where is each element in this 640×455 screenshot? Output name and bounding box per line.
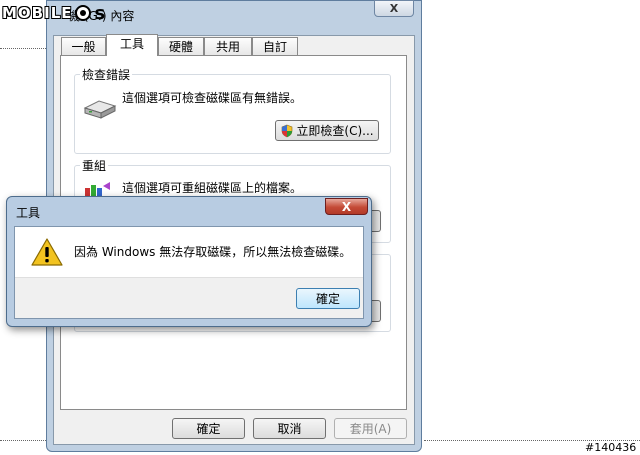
dialog-message: 因為 Windows 無法存取磁碟，所以無法檢查磁碟。 [74,245,352,259]
error-dialog: 工具 X 因為 Windows 無法存取磁碟，所以無法檢查磁碟。 確定 [6,196,372,327]
dialog-ok-button[interactable]: 確定 [296,288,360,309]
watermark-logo: MOBILE s [2,2,107,24]
dialog-close-button[interactable]: X [325,198,368,215]
cancel-button[interactable]: 取消 [253,418,326,439]
eye-icon [74,5,91,21]
defrag-description: 這個選項可重組磁碟區上的檔案。 [122,181,303,195]
tab-sharing[interactable]: 共用 [204,37,252,55]
tab-general[interactable]: 一般 [61,37,106,55]
tab-tools[interactable]: 工具 [106,34,158,56]
dialog-footer: 確定 [15,277,363,318]
window-close-button[interactable]: X [374,0,414,17]
watermark-text: MOBILE [2,4,73,22]
apply-button[interactable]: 套用(A) [334,418,407,439]
check-now-button[interactable]: 立即檢查(C)... [275,120,379,141]
drive-icon [83,100,117,119]
warning-icon [31,238,63,266]
dialog-client-area: 因為 Windows 無法存取磁碟，所以無法檢查磁碟。 確定 [14,226,364,319]
tab-customize[interactable]: 自訂 [252,37,298,55]
image-id-label: #140436 [585,441,637,454]
dotted-guide-line [0,440,50,441]
check-errors-label: 檢查錯誤 [80,66,133,83]
dotted-guide-line [0,48,50,49]
check-errors-group [74,74,391,154]
shield-icon [282,124,293,137]
close-icon: X [341,199,352,214]
check-now-label: 立即檢查(C)... [296,124,374,138]
dialog-title: 工具 [16,206,41,220]
tab-hardware[interactable]: 硬體 [158,37,204,55]
defrag-label: 重組 [80,157,109,174]
ok-button[interactable]: 確定 [172,418,245,439]
check-errors-description: 這個選項可檢查磁碟區有無錯誤。 [122,91,303,105]
watermark-suffix: s [94,2,107,24]
close-icon: X [389,2,399,15]
